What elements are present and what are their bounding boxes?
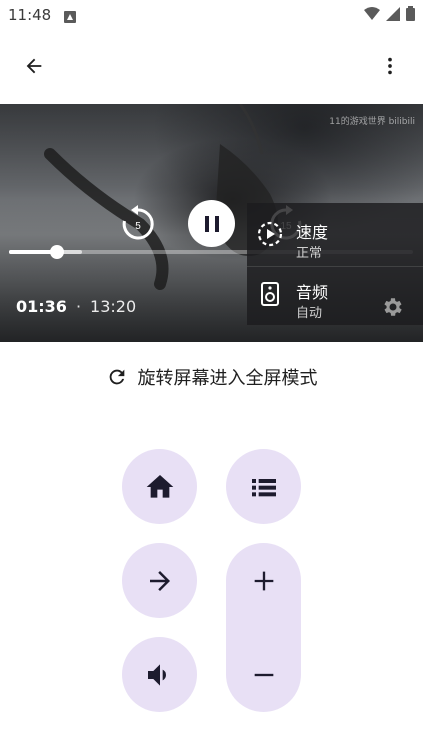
- forward-arrow-button[interactable]: [122, 543, 197, 618]
- volume-rocker: [226, 543, 301, 712]
- playback-settings-panel: 速度 正常 音频 自动: [247, 203, 423, 325]
- list-icon: [251, 478, 276, 496]
- refresh-icon: [109, 369, 124, 385]
- mute-button[interactable]: [122, 637, 197, 712]
- menu-list-button[interactable]: [226, 449, 301, 524]
- home-button[interactable]: [122, 449, 197, 524]
- home-icon: [146, 474, 173, 498]
- replay-5-button[interactable]: 5: [114, 200, 162, 248]
- volume-down-button[interactable]: [226, 637, 301, 712]
- pause-button[interactable]: [188, 200, 235, 247]
- speed-row[interactable]: 速度 正常: [247, 207, 423, 265]
- speaker-icon: [261, 282, 279, 306]
- wifi-icon: [364, 6, 380, 25]
- status-bar: 11:48: [0, 0, 423, 30]
- speed-value: 正常: [296, 246, 323, 261]
- gear-icon: [384, 298, 402, 316]
- signal-icon: [386, 6, 400, 25]
- duration: 13:20: [90, 297, 137, 316]
- rotate-hint-text: 旋转屏幕进入全屏模式: [137, 368, 318, 389]
- video-watermark: 11的游戏世界 bilibili: [329, 117, 415, 127]
- audio-label: 音频: [296, 283, 329, 302]
- rotate-hint: 旋转屏幕进入全屏模式: [0, 362, 423, 392]
- speed-label: 速度: [296, 223, 329, 242]
- notification-icon: [64, 8, 76, 27]
- settings-button[interactable]: [377, 291, 409, 323]
- current-time: 01:36: [16, 297, 67, 316]
- more-options-button[interactable]: [368, 44, 412, 88]
- replay-icon: 5: [122, 205, 154, 240]
- audio-value: 自动: [296, 306, 323, 321]
- back-button[interactable]: [12, 44, 56, 88]
- arrow-forward-icon: [149, 570, 170, 591]
- volume-icon: [147, 663, 166, 686]
- playback-speed-icon: [257, 221, 283, 247]
- app-bar: [0, 40, 423, 96]
- replay-seconds: 5: [135, 221, 141, 232]
- status-time: 11:48: [8, 6, 52, 24]
- plus-icon: [254, 571, 273, 590]
- pause-icon: [204, 215, 219, 232]
- battery-icon: [406, 6, 415, 25]
- time-display: 01:36 · 13:20: [16, 297, 136, 316]
- time-separator: ·: [75, 297, 82, 316]
- arrow-back-icon: [26, 58, 42, 74]
- minus-icon: [254, 673, 273, 676]
- more-vert-icon: [388, 57, 392, 75]
- volume-up-button[interactable]: [226, 543, 301, 618]
